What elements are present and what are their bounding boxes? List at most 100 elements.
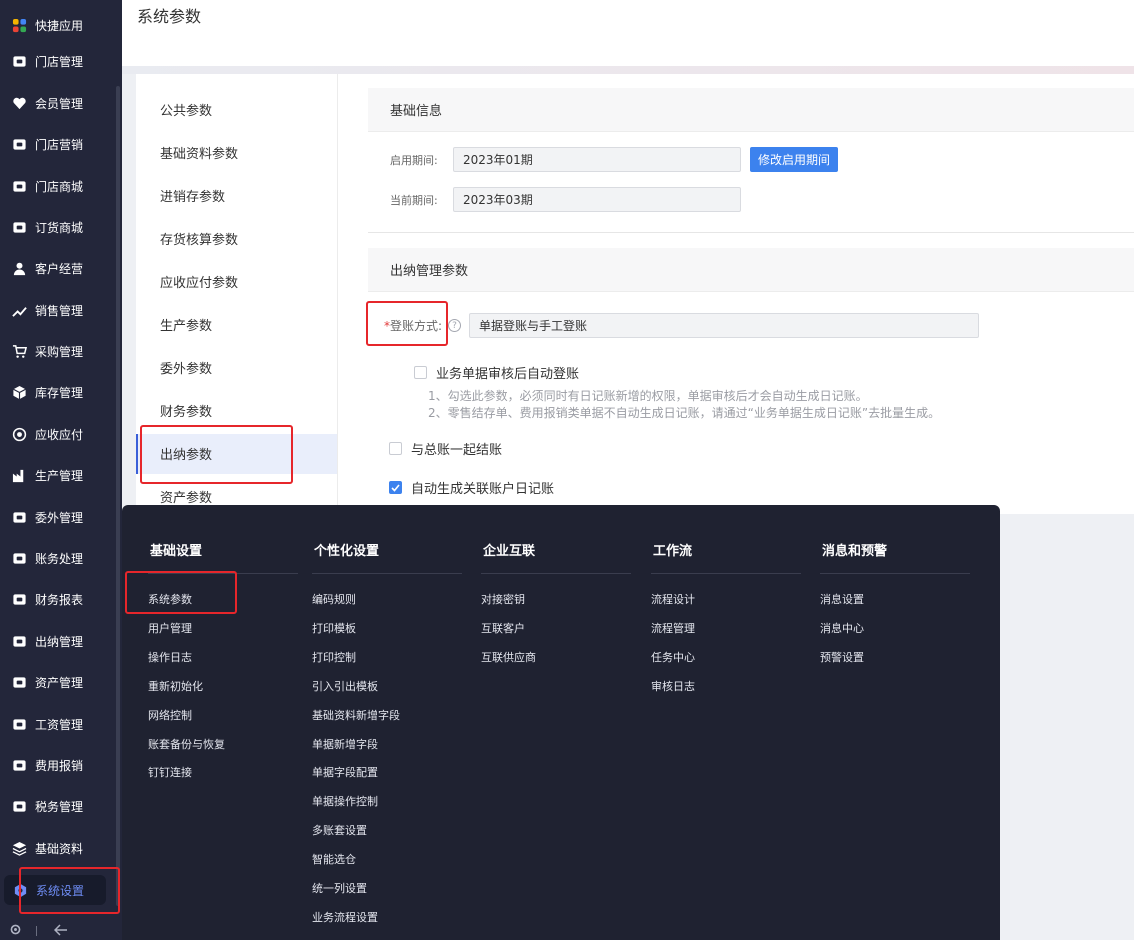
- menu-column-title: 基础设置: [148, 540, 298, 574]
- menu-item[interactable]: 对接密钥: [481, 591, 525, 607]
- nav-item-19[interactable]: 税务管理: [0, 791, 118, 821]
- menu-item[interactable]: 互联供应商: [481, 649, 536, 665]
- nav-item-20[interactable]: 基础资料: [0, 833, 118, 863]
- nav-item-5[interactable]: 订货商城: [0, 212, 118, 242]
- nav-item-label: 应收应付: [35, 427, 84, 442]
- nav-item-label: 订货商城: [35, 220, 84, 235]
- menu-item[interactable]: 打印控制: [312, 649, 356, 665]
- tax-icon: [11, 798, 27, 814]
- menu-item[interactable]: 预警设置: [820, 649, 864, 665]
- auto-post-note-1: 1、勾选此参数，必须同时有日记账新增的权限，单据审核后才会自动生成日记账。: [428, 389, 868, 403]
- menu-item[interactable]: 互联客户: [481, 620, 525, 636]
- menu-item[interactable]: 单据操作控制: [312, 793, 378, 809]
- nav-item-label: 委外管理: [35, 510, 84, 525]
- close-with-gl-label: 与总账一起结账: [411, 443, 503, 458]
- help-question-icon[interactable]: ?: [448, 319, 462, 332]
- nav-item-9[interactable]: 库存管理: [0, 377, 118, 407]
- param-category-item[interactable]: 进销存参数: [136, 175, 337, 215]
- nav-item-0[interactable]: 快捷应用: [0, 10, 118, 40]
- nav-item-11[interactable]: 生产管理: [0, 460, 118, 490]
- nav-scrollbar[interactable]: [116, 86, 120, 906]
- nav-item-17[interactable]: 工资管理: [0, 709, 118, 739]
- menu-item[interactable]: 单据新增字段: [312, 736, 378, 752]
- nav-bottom-bar: [0, 922, 122, 940]
- param-category-item[interactable]: 生产参数: [136, 305, 337, 345]
- nav-item-16[interactable]: 资产管理: [0, 667, 118, 697]
- nav-item-label: 税务管理: [35, 799, 84, 814]
- collapse-arrow-icon[interactable]: [53, 923, 68, 939]
- menu-item[interactable]: 任务中心: [651, 649, 695, 665]
- menu-item[interactable]: 网络控制: [148, 707, 192, 723]
- start-period-label: 启用期间:: [390, 153, 438, 167]
- nav-item-18[interactable]: 费用报销: [0, 750, 118, 780]
- bag-icon: [11, 219, 27, 235]
- posting-method-select[interactable]: 单据登账与手工登账: [469, 313, 980, 338]
- menu-item[interactable]: 流程管理: [651, 620, 695, 636]
- start-period-row: 启用期间: 2023年01期 修改启用期间: [390, 147, 839, 172]
- menu-item[interactable]: 业务流程设置: [312, 909, 378, 925]
- outsource-icon: [11, 509, 27, 525]
- menu-column-title: 消息和预警: [820, 540, 970, 574]
- layers-icon: [11, 840, 27, 856]
- page-title: 系统参数: [137, 7, 202, 26]
- ledger-icon: [11, 550, 27, 566]
- mall-icon: [11, 178, 27, 194]
- param-category-item[interactable]: 基础资料参数: [136, 132, 337, 172]
- menu-item[interactable]: 消息中心: [820, 620, 864, 636]
- nav-item-12[interactable]: 委外管理: [0, 502, 118, 532]
- factory-icon: [11, 467, 27, 483]
- user-icon: [11, 260, 27, 276]
- close-with-gl-row: 与总账一起结账: [389, 439, 502, 458]
- menu-item[interactable]: 单据字段配置: [312, 764, 378, 780]
- current-period-field[interactable]: 2023年03期: [453, 187, 741, 212]
- menu-item[interactable]: 审核日志: [651, 678, 695, 694]
- menu-item[interactable]: 钉钉连接: [148, 764, 192, 780]
- cart-icon: [11, 343, 27, 359]
- menu-item[interactable]: 引入引出模板: [312, 678, 378, 694]
- menu-item[interactable]: 基础资料新增字段: [312, 707, 400, 723]
- check-icon: [391, 483, 400, 492]
- cashier-section-title: 出纳管理参数: [368, 248, 1134, 292]
- menu-item[interactable]: 操作日志: [148, 649, 192, 665]
- menu-column-title: 企业互联: [481, 540, 631, 574]
- store-icon: [11, 53, 27, 69]
- nav-item-13[interactable]: 账务处理: [0, 543, 118, 573]
- param-category-item[interactable]: 公共参数: [136, 89, 337, 129]
- menu-item[interactable]: 重新初始化: [148, 678, 203, 694]
- menu-item[interactable]: 统一列设置: [312, 880, 367, 896]
- asset-icon: [11, 674, 27, 690]
- menu-item[interactable]: 流程设计: [651, 591, 695, 607]
- nav-item-15[interactable]: 出纳管理: [0, 626, 118, 656]
- header-shade: [122, 66, 1134, 74]
- menu-item[interactable]: 消息设置: [820, 591, 864, 607]
- menu-item[interactable]: 用户管理: [148, 620, 192, 636]
- param-category-item[interactable]: 应收应付参数: [136, 261, 337, 301]
- nav-item-label: 客户经营: [35, 261, 84, 276]
- nav-item-4[interactable]: 门店商城: [0, 171, 118, 201]
- nav-item-10[interactable]: 应收应付: [0, 419, 118, 449]
- nav-item-7[interactable]: 销售管理: [0, 295, 118, 325]
- settings-gear-icon[interactable]: [9, 923, 22, 939]
- param-category-item[interactable]: 存货核算参数: [136, 218, 337, 258]
- nav-item-8[interactable]: 采购管理: [0, 336, 118, 366]
- modify-start-period-button[interactable]: 修改启用期间: [750, 147, 839, 172]
- nav-item-2[interactable]: 会员管理: [0, 88, 118, 118]
- heart-icon: [11, 95, 27, 111]
- nav-item-label: 快捷应用: [35, 18, 84, 33]
- start-period-field[interactable]: 2023年01期: [453, 147, 741, 172]
- close-with-gl-checkbox[interactable]: [389, 442, 402, 455]
- nav-item-6[interactable]: 客户经营: [0, 253, 118, 283]
- menu-item[interactable]: 智能选仓: [312, 851, 356, 867]
- nav-item-14[interactable]: 财务报表: [0, 584, 118, 614]
- nav-item-1[interactable]: 门店管理: [0, 46, 118, 76]
- menu-item[interactable]: 多账套设置: [312, 822, 367, 838]
- menu-item[interactable]: 打印模板: [312, 620, 356, 636]
- param-category-item[interactable]: 委外参数: [136, 348, 337, 388]
- highlight-system-param: [125, 571, 237, 614]
- menu-item[interactable]: 账套备份与恢复: [148, 736, 225, 752]
- auto-journal-checkbox[interactable]: [389, 481, 402, 494]
- menu-item[interactable]: 编码规则: [312, 591, 356, 607]
- auto-post-checkbox[interactable]: [414, 366, 427, 379]
- auto-journal-row: 自动生成关联账户日记账: [389, 478, 554, 497]
- nav-item-3[interactable]: 门店营销: [0, 129, 118, 159]
